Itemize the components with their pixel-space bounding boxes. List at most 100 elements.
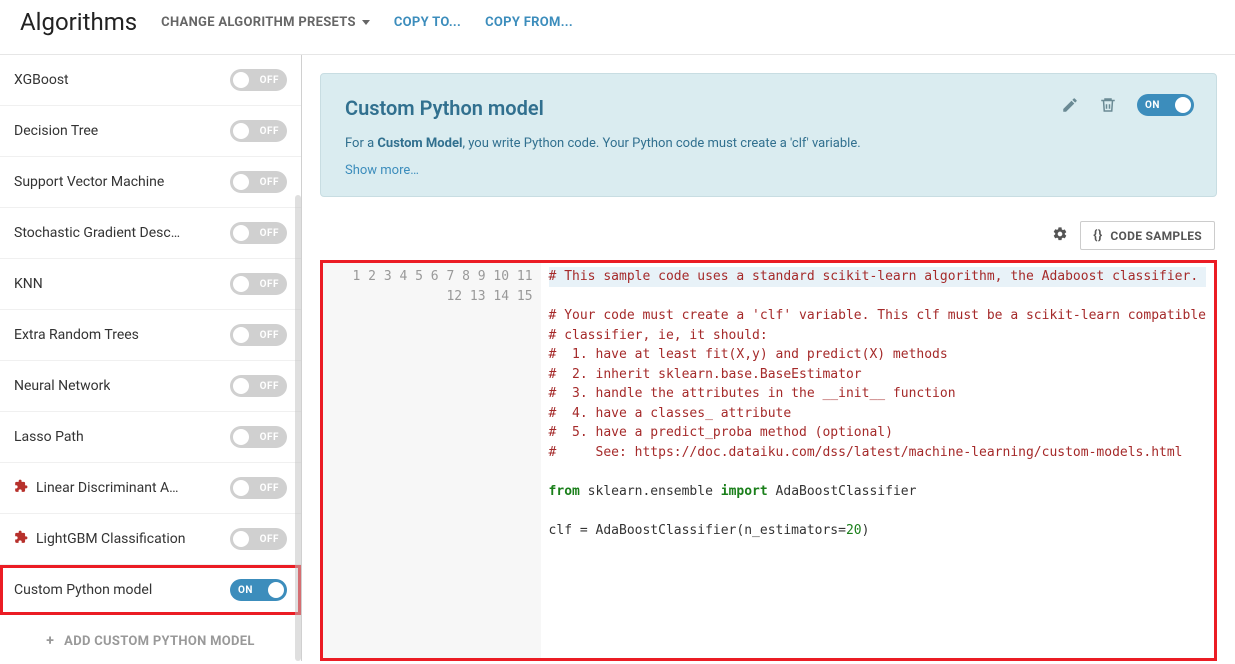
sidebar-item-xgboost[interactable]: XGBoost OFF: [0, 55, 301, 106]
sidebar-item-support-vector-machine[interactable]: Support Vector Machine OFF: [0, 157, 301, 208]
main-content: Custom Python model For a Custom Model, …: [302, 55, 1235, 661]
sidebar-item-decision-tree[interactable]: Decision Tree OFF: [0, 106, 301, 157]
toggle-knob: [268, 582, 284, 598]
toggle-off-label: OFF: [252, 381, 287, 392]
panel-enable-toggle[interactable]: ON: [1137, 94, 1194, 116]
toggle-knob: [233, 480, 249, 496]
toggle-knob: [233, 327, 249, 343]
editor-toolbar: {} CODE SAMPLES: [320, 215, 1217, 260]
algo-toggle[interactable]: OFF: [230, 120, 287, 142]
change-presets-dropdown[interactable]: CHANGE ALGORITHM PRESETS: [161, 15, 370, 30]
sidebar-item-custom-python-model[interactable]: Custom Python model ON: [0, 565, 301, 615]
panel-description: For a Custom Model, you write Python cod…: [345, 136, 1192, 151]
algo-label: LightGBM Classification: [36, 531, 185, 547]
algo-label-wrap: Linear Discriminant A…: [14, 479, 179, 497]
toggle-off-label: OFF: [252, 75, 287, 86]
algo-label: KNN: [14, 276, 43, 292]
sidebar-item-linear-discriminant-a-[interactable]: Linear Discriminant A… OFF: [0, 463, 301, 514]
sidebar-item-lightgbm-classification[interactable]: LightGBM Classification OFF: [0, 514, 301, 565]
desc-bold: Custom Model: [377, 136, 462, 151]
algo-toggle[interactable]: OFF: [230, 171, 287, 193]
algo-toggle[interactable]: OFF: [230, 324, 287, 346]
toggle-knob: [233, 378, 249, 394]
line-gutter: 1 2 3 4 5 6 7 8 9 10 11 12 13 14 15: [323, 263, 541, 658]
sidebar-item-neural-network[interactable]: Neural Network OFF: [0, 361, 301, 412]
toggle-off-label: OFF: [252, 126, 287, 137]
algo-label: Support Vector Machine: [14, 174, 164, 190]
braces-icon: {}: [1093, 228, 1102, 243]
algo-label: Lasso Path: [14, 429, 84, 445]
algo-toggle[interactable]: OFF: [230, 69, 287, 91]
toggle-off-label: OFF: [252, 483, 287, 494]
code-editor[interactable]: 1 2 3 4 5 6 7 8 9 10 11 12 13 14 15 # Th…: [320, 260, 1217, 661]
desc-prefix: For a: [345, 136, 377, 151]
algo-toggle[interactable]: OFF: [230, 375, 287, 397]
algo-label-wrap: Stochastic Gradient Desc…: [14, 225, 180, 241]
algo-toggle[interactable]: OFF: [230, 528, 287, 550]
algo-label: Decision Tree: [14, 123, 98, 139]
toggle-knob: [233, 276, 249, 292]
algo-label-wrap: XGBoost: [14, 72, 69, 88]
main-layout: XGBoostOFFDecision TreeOFFSupport Vector…: [0, 55, 1235, 661]
toggle-on-label: ON: [230, 585, 261, 596]
chevron-down-icon: [362, 20, 370, 25]
algo-label-wrap: Custom Python model: [14, 582, 152, 598]
header: Algorithms CHANGE ALGORITHM PRESETS COPY…: [0, 0, 1235, 55]
algo-toggle[interactable]: ON: [230, 579, 287, 601]
algo-label-wrap: LightGBM Classification: [14, 530, 185, 548]
toggle-off-label: OFF: [252, 177, 287, 188]
algo-label: XGBoost: [14, 72, 69, 88]
desc-suffix: , you write Python code. Your Python cod…: [462, 136, 860, 151]
puzzle-icon: [14, 530, 28, 548]
toggle-knob: [233, 123, 249, 139]
algo-label-wrap: Decision Tree: [14, 123, 98, 139]
algo-label-wrap: Extra Random Trees: [14, 327, 139, 343]
edit-icon[interactable]: [1061, 96, 1079, 114]
plus-icon: +: [46, 633, 54, 649]
trash-icon[interactable]: [1099, 96, 1117, 114]
algo-label: Stochastic Gradient Desc…: [14, 225, 180, 241]
algo-toggle[interactable]: OFF: [230, 477, 287, 499]
sidebar-item-stochastic-gradient-desc-[interactable]: Stochastic Gradient Desc… OFF: [0, 208, 301, 259]
algo-label: Linear Discriminant A…: [36, 480, 179, 496]
algo-label-wrap: Support Vector Machine: [14, 174, 164, 190]
sidebar-item-lasso-path[interactable]: Lasso Path OFF: [0, 412, 301, 463]
panel-actions: ON: [1061, 94, 1194, 116]
algo-label: Neural Network: [14, 378, 110, 394]
toggle-knob: [233, 531, 249, 547]
copy-from-button[interactable]: COPY FROM...: [485, 15, 573, 30]
toggle-knob: [233, 72, 249, 88]
code-samples-button[interactable]: {} CODE SAMPLES: [1080, 221, 1215, 250]
toggle-knob: [1175, 97, 1191, 113]
algo-label: Extra Random Trees: [14, 327, 139, 343]
algo-label-wrap: Neural Network: [14, 378, 110, 394]
toggle-off-label: OFF: [252, 534, 287, 545]
add-custom-model-button[interactable]: + ADD CUSTOM PYTHON MODEL: [0, 615, 301, 661]
algo-label-wrap: KNN: [14, 276, 43, 292]
toggle-knob: [233, 174, 249, 190]
copy-to-button[interactable]: COPY TO...: [394, 15, 461, 30]
toggle-off-label: OFF: [252, 432, 287, 443]
add-custom-label: ADD CUSTOM PYTHON MODEL: [64, 634, 255, 649]
algorithm-sidebar: XGBoostOFFDecision TreeOFFSupport Vector…: [0, 55, 302, 661]
toggle-on-label: ON: [1137, 100, 1168, 111]
toggle-off-label: OFF: [252, 228, 287, 239]
show-more-link[interactable]: Show more…: [345, 163, 1192, 178]
algo-toggle[interactable]: OFF: [230, 222, 287, 244]
toggle-knob: [233, 225, 249, 241]
change-presets-label: CHANGE ALGORITHM PRESETS: [161, 15, 356, 30]
sidebar-item-extra-random-trees[interactable]: Extra Random Trees OFF: [0, 310, 301, 361]
code-samples-label: CODE SAMPLES: [1110, 229, 1202, 243]
toggle-off-label: OFF: [252, 279, 287, 290]
info-panel: Custom Python model For a Custom Model, …: [320, 73, 1217, 197]
code-area[interactable]: # This sample code uses a standard sciki…: [541, 263, 1214, 658]
algo-label: Custom Python model: [14, 582, 152, 598]
algo-toggle[interactable]: OFF: [230, 426, 287, 448]
toggle-off-label: OFF: [252, 330, 287, 341]
sidebar-item-knn[interactable]: KNN OFF: [0, 259, 301, 310]
algo-label-wrap: Lasso Path: [14, 429, 84, 445]
algo-toggle[interactable]: OFF: [230, 273, 287, 295]
toggle-knob: [233, 429, 249, 445]
puzzle-icon: [14, 479, 28, 497]
gear-icon[interactable]: [1052, 226, 1068, 246]
